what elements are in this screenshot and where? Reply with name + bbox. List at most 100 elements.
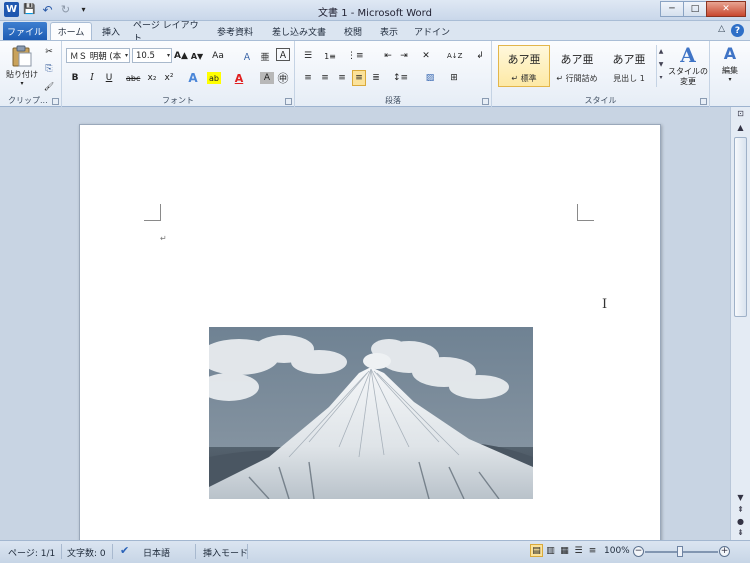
zoom-level[interactable]: 100%: [604, 546, 630, 556]
mount-fuji-photo[interactable]: [209, 327, 533, 499]
increase-indent-button[interactable]: ⇥: [397, 48, 411, 64]
web-layout-icon[interactable]: ▦: [558, 544, 571, 557]
asian-layout-button[interactable]: ✕: [419, 48, 433, 64]
superscript-button[interactable]: x²: [162, 70, 176, 86]
zoom-slider-knob[interactable]: [677, 546, 683, 557]
align-center-button[interactable]: ≡: [318, 70, 332, 86]
style-normal-name: ↵ 標準: [511, 74, 537, 83]
enclosed-character-button[interactable]: ㊥: [276, 70, 290, 86]
shading-button[interactable]: ▨: [423, 70, 437, 86]
group-font: ＭＳ 明朝 (本 ▾ 10.5 ▾ A▲ A▼ Aa Ａ 亜 Ａ B I U a…: [62, 41, 295, 107]
insert-mode-indicator[interactable]: 挿入モード: [203, 546, 248, 559]
tab-file[interactable]: ファイル: [3, 22, 47, 40]
sort-button[interactable]: A↓Z: [447, 48, 462, 64]
align-right-button[interactable]: ≡: [335, 70, 349, 86]
document-area[interactable]: ↵ I: [0, 107, 730, 540]
underline-button[interactable]: U: [102, 70, 116, 86]
proofing-icon[interactable]: ✔: [120, 544, 129, 557]
copy-icon[interactable]: ⎘: [42, 61, 56, 77]
change-case-button[interactable]: Aa: [211, 48, 225, 64]
font-size-select[interactable]: 10.5 ▾: [132, 48, 172, 63]
subscript-button[interactable]: x₂: [145, 70, 159, 86]
borders-button[interactable]: ⊞: [447, 70, 461, 86]
italic-button[interactable]: I: [85, 70, 99, 86]
tab-page-layout[interactable]: ページ レイアウト: [133, 21, 203, 44]
style-normal-sample: あア亜: [507, 53, 541, 66]
decrease-indent-button[interactable]: ⇤: [381, 48, 395, 64]
next-page-button[interactable]: ⇟: [734, 528, 747, 540]
highlight-button[interactable]: ab: [207, 72, 221, 84]
ribbon-tabs: ファイル ホーム 挿入 ページ レイアウト 参考資料 差し込み文書 校閲 表示 …: [0, 21, 750, 44]
shrink-font-button[interactable]: A▼: [190, 48, 204, 64]
help-icon[interactable]: ?: [731, 24, 744, 37]
ruler-toggle-icon[interactable]: ⊡: [734, 109, 747, 121]
enclose-border-button[interactable]: Ａ: [276, 48, 290, 61]
font-color-button[interactable]: A: [232, 70, 246, 86]
character-shading-button[interactable]: A: [260, 72, 274, 84]
zoom-out-button[interactable]: −: [633, 546, 644, 557]
scroll-down-button[interactable]: ▼: [734, 493, 747, 505]
print-layout-view-icon[interactable]: ▤: [530, 544, 543, 557]
style-heading-1[interactable]: あア亜 見出し 1: [603, 45, 655, 87]
tab-view[interactable]: 表示: [374, 22, 404, 40]
minimize-button[interactable]: ─: [660, 1, 684, 17]
full-screen-reading-icon[interactable]: ▥: [544, 544, 557, 557]
ribbon-collapse-icon[interactable]: △: [718, 24, 725, 37]
change-styles-icon: A: [680, 43, 696, 67]
font-name-select[interactable]: ＭＳ 明朝 (本 ▾: [66, 48, 130, 63]
scroll-up-button[interactable]: ▲: [734, 123, 747, 135]
bold-button[interactable]: B: [68, 70, 82, 86]
text-effects-button[interactable]: A: [186, 70, 200, 86]
tab-addins[interactable]: アドイン: [411, 22, 453, 40]
style-no-spacing[interactable]: あア亜 ↵ 行間詰め: [551, 45, 603, 87]
format-painter-icon[interactable]: 🖌: [42, 78, 56, 94]
multilevel-list-button[interactable]: ⋮≡: [347, 48, 364, 64]
phonetic-guide-button[interactable]: 亜: [258, 48, 272, 64]
maximize-button[interactable]: □: [683, 1, 707, 17]
word-count[interactable]: 文字数: 0: [67, 546, 106, 559]
tab-insert[interactable]: 挿入: [95, 22, 127, 40]
group-clipboard: 貼り付け ▾ ✂ ⎘ 🖌 クリップ...: [0, 41, 62, 107]
editing-button[interactable]: A 編集 ▾: [714, 43, 746, 93]
tab-mailings[interactable]: 差し込み文書: [268, 22, 330, 40]
paragraph-mark: ↵: [160, 234, 167, 243]
document-page[interactable]: ↵ I: [79, 124, 661, 540]
margin-corner-top-right: [577, 204, 594, 221]
page-count[interactable]: ページ: 1/1: [8, 546, 55, 559]
align-left-button[interactable]: ≡: [301, 70, 315, 86]
outline-view-icon[interactable]: ☰: [572, 544, 585, 557]
status-bar: ページ: 1/1 文字数: 0 ✔ 日本語 挿入モード ▤ ▥ ▦ ☰ ≡ 10…: [0, 540, 750, 563]
style-normal[interactable]: あア亜 ↵ 標準: [498, 45, 550, 87]
draft-view-icon[interactable]: ≡: [586, 544, 599, 557]
justify-button[interactable]: ≡: [352, 70, 366, 86]
font-launcher-icon[interactable]: [285, 98, 292, 105]
tab-review[interactable]: 校閲: [338, 22, 368, 40]
zoom-in-button[interactable]: +: [719, 546, 730, 557]
tab-home[interactable]: ホーム: [50, 22, 92, 40]
numbering-button[interactable]: 1≡: [323, 48, 337, 64]
find-icon: A: [723, 44, 737, 63]
cut-icon[interactable]: ✂: [42, 44, 56, 60]
grow-font-button[interactable]: A▲: [174, 48, 188, 64]
styles-gallery-scroll[interactable]: ▲ ▼ ▾: [656, 45, 665, 87]
language-indicator[interactable]: 日本語: [143, 546, 170, 559]
clear-formatting-button[interactable]: Ａ: [240, 48, 254, 64]
editing-label: 編集: [722, 66, 738, 75]
tab-references[interactable]: 参考資料: [210, 22, 260, 40]
show-marks-button[interactable]: ↲: [473, 48, 487, 64]
strikethrough-button[interactable]: abc: [126, 70, 140, 86]
scrollbar-thumb[interactable]: [734, 137, 747, 317]
vertical-scrollbar[interactable]: ⊡ ▲ ▼ ⇞ ● ⇟: [730, 107, 750, 540]
change-styles-button[interactable]: A スタイルの 変更: [668, 43, 708, 93]
line-spacing-button[interactable]: ↕≡: [393, 70, 408, 86]
group-editing: A 編集 ▾: [710, 41, 750, 107]
styles-launcher-icon[interactable]: [700, 98, 707, 105]
close-button[interactable]: ✕: [706, 1, 746, 17]
clipboard-launcher-icon[interactable]: [52, 98, 59, 105]
paste-button[interactable]: 貼り付け ▾: [5, 43, 39, 93]
paragraph-launcher-icon[interactable]: [482, 98, 489, 105]
bullets-button[interactable]: ☰: [301, 48, 315, 64]
distribute-button[interactable]: ≣: [369, 70, 383, 86]
previous-page-button[interactable]: ⇞: [734, 505, 747, 517]
ribbon: 貼り付け ▾ ✂ ⎘ 🖌 クリップ... ＭＳ 明朝 (本 ▾ 10.5 ▾ A…: [0, 40, 750, 107]
